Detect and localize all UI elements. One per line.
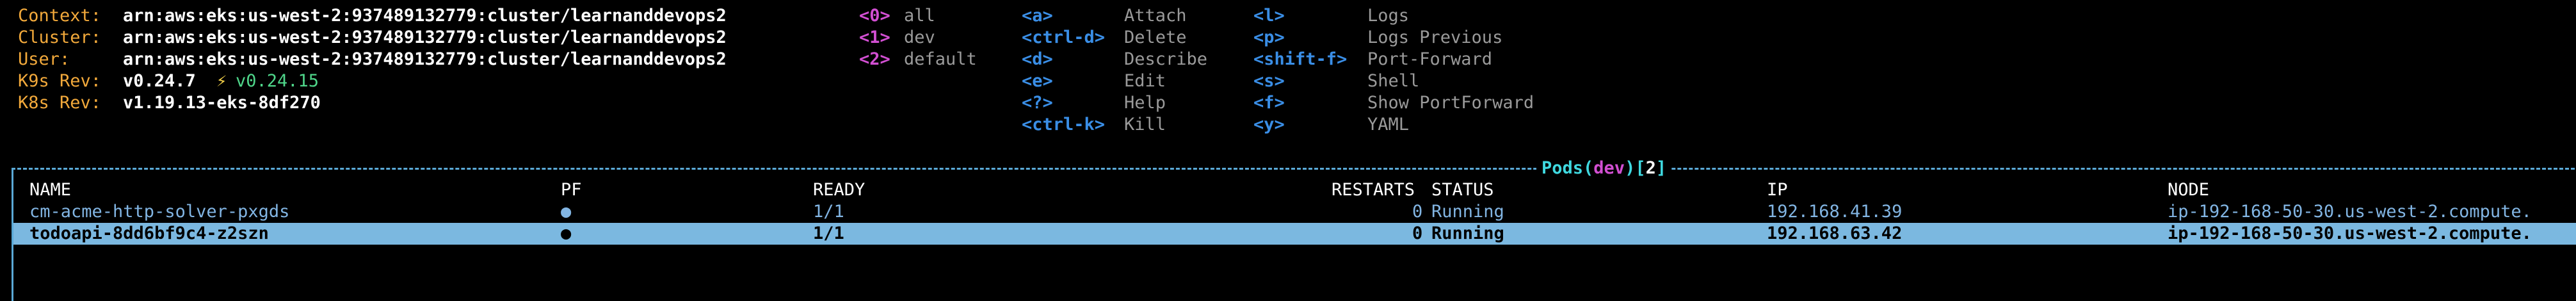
ns-name-dev[interactable]: dev [904, 27, 935, 49]
row-status: Running [1431, 202, 1504, 222]
panel-namespace: dev [1593, 158, 1625, 178]
cmd-desc-show-portforward[interactable]: Show PortForward [1367, 92, 1534, 114]
row-status: Running [1431, 224, 1504, 243]
cmd-desc-shell[interactable]: Shell [1367, 70, 1419, 92]
cmd-key-describe[interactable]: <d> [1022, 49, 1053, 70]
row-pf: ● [561, 224, 572, 243]
cmd-key-delete[interactable]: <ctrl-d> [1022, 27, 1105, 49]
cmd-key-kill[interactable]: <ctrl-k> [1022, 114, 1105, 136]
cmd-key-port-forward[interactable]: <shift-f> [1253, 49, 1347, 70]
cmd-key-attach[interactable]: <a> [1022, 5, 1053, 27]
cmd-key-shell[interactable]: <s> [1253, 70, 1285, 92]
k9s-rev-new: v0.24.15 [236, 71, 319, 91]
panel-paren-close: ) [1625, 158, 1636, 178]
ns-key-default[interactable]: <2> [859, 49, 890, 70]
cmd-desc-kill[interactable]: Kill [1124, 114, 1166, 136]
row-name: cm-acme-http-solver-pxgds [29, 202, 290, 222]
k8s-rev-value: v1.19.13-eks-8df270 [123, 93, 321, 113]
user-value: arn:aws:eks:us-west-2:937489132779:clust… [123, 49, 727, 69]
cmd-key-logs[interactable]: <l> [1253, 5, 1285, 27]
col-header-pf[interactable]: PF [561, 179, 582, 201]
k9s-rev-label: K9s Rev: [18, 71, 102, 91]
row-pf: ● [561, 202, 572, 222]
panel-paren-open: ( [1583, 158, 1594, 178]
cmd-desc-logs-previous[interactable]: Logs Previous [1367, 27, 1502, 49]
row-name: todoapi-8dd6bf9c4-z2szn [29, 224, 269, 243]
col-header-node[interactable]: NODE [2168, 179, 2209, 201]
row-ip: 192.168.41.39 [1767, 202, 1903, 222]
col-header-ip[interactable]: IP [1767, 179, 1788, 201]
panel-count: 2 [1645, 158, 1656, 178]
ns-name-all[interactable]: all [904, 5, 935, 27]
cluster-label: Cluster: [18, 28, 102, 47]
context-label: Context: [18, 6, 102, 26]
bolt-icon: ⚡ [216, 71, 227, 91]
row-node: ip-192-168-50-30.us-west-2.compute. [2168, 202, 2532, 222]
row-ip: 192.168.63.42 [1767, 224, 1903, 243]
panel-count-close: ] [1655, 158, 1667, 178]
cmd-desc-describe[interactable]: Describe [1124, 49, 1207, 70]
row-restarts: 0 [1412, 224, 1423, 243]
cluster-value: arn:aws:eks:us-west-2:937489132779:clust… [123, 28, 727, 47]
panel-resource: Pods [1542, 158, 1584, 178]
k8s-rev-label: K8s Rev: [18, 93, 102, 113]
row-node: ip-192-168-50-30.us-west-2.compute. [2168, 224, 2532, 243]
col-header-name[interactable]: NAME [29, 179, 71, 201]
cmd-key-edit[interactable]: <e> [1022, 70, 1053, 92]
cmd-key-logs-previous[interactable]: <p> [1253, 27, 1285, 49]
cmd-key-yaml[interactable]: <y> [1253, 114, 1285, 136]
ns-key-dev[interactable]: <1> [859, 27, 890, 49]
user-label: User: [18, 49, 70, 69]
k9s-rev-value: v0.24.7 [123, 71, 196, 91]
cmd-desc-attach[interactable]: Attach [1124, 5, 1187, 27]
cmd-desc-port-forward[interactable]: Port-Forward [1367, 49, 1492, 70]
pods-panel-title: Pods(dev)[2] [1536, 158, 1672, 179]
panel-count-open: [ [1635, 158, 1646, 178]
cmd-desc-delete[interactable]: Delete [1124, 27, 1187, 49]
col-header-ready[interactable]: READY [813, 179, 865, 201]
row-ready: 1/1 [813, 202, 844, 222]
ns-name-default[interactable]: default [904, 49, 977, 70]
row-ready: 1/1 [813, 224, 844, 243]
cmd-key-show-portforward[interactable]: <f> [1253, 92, 1285, 114]
col-header-restarts[interactable]: RESTARTS [1332, 179, 1415, 201]
row-restarts: 0 [1412, 202, 1423, 222]
ns-key-all[interactable]: <0> [859, 5, 890, 27]
cmd-desc-help[interactable]: Help [1124, 92, 1166, 114]
cmd-desc-edit[interactable]: Edit [1124, 70, 1166, 92]
cmd-desc-yaml[interactable]: YAML [1367, 114, 1409, 136]
col-header-status[interactable]: STATUS [1431, 179, 1494, 201]
cmd-desc-logs[interactable]: Logs [1367, 5, 1409, 27]
context-value: arn:aws:eks:us-west-2:937489132779:clust… [123, 6, 727, 26]
cmd-key-help[interactable]: <?> [1022, 92, 1053, 114]
